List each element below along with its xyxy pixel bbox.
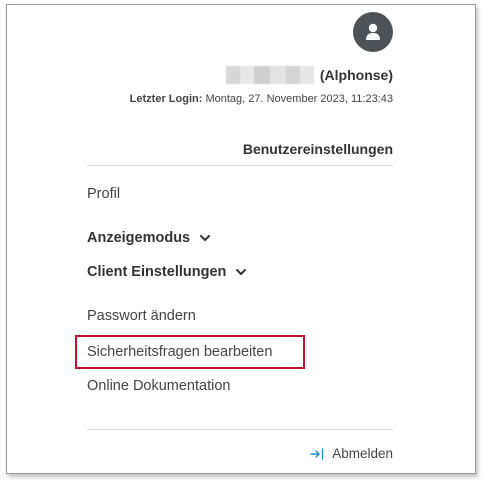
last-login-info: Letzter Login: Montag, 27. November 2023… — [130, 93, 393, 105]
user-name-line: (Alphonse) — [225, 66, 393, 84]
menu-item-edit-security-questions[interactable]: Sicherheitsfragen bearbeiten — [87, 344, 272, 360]
avatar[interactable] — [353, 12, 393, 52]
divider-bottom — [87, 429, 393, 430]
menu-item-profile[interactable]: Profil — [87, 186, 120, 202]
last-login-value: Montag, 27. November 2023, 11:23:43 — [205, 93, 393, 105]
menu-item-change-password[interactable]: Passwort ändern — [87, 308, 196, 324]
logout-button[interactable]: Abmelden — [310, 446, 393, 461]
client-settings-label: Client Einstellungen — [87, 264, 227, 280]
section-title: Benutzereinstellungen — [242, 141, 393, 157]
chevron-down-icon — [236, 269, 247, 275]
user-menu-panel: (Alphonse) Letzter Login: Montag, 27. No… — [6, 4, 476, 474]
chevron-down-icon — [200, 235, 211, 241]
logout-arrow-icon — [310, 447, 324, 460]
last-login-label: Letzter Login: — [129, 93, 203, 105]
menu-item-client-settings[interactable]: Client Einstellungen — [87, 264, 247, 280]
display-mode-label: Anzeigemodus — [87, 230, 191, 246]
user-icon — [366, 23, 380, 40]
redacted-username — [225, 66, 314, 84]
user-display-name: (Alphonse) — [319, 67, 393, 83]
menu-item-online-docs[interactable]: Online Dokumentation — [87, 378, 230, 394]
menu-item-display-mode[interactable]: Anzeigemodus — [87, 230, 211, 246]
divider-top — [87, 165, 393, 166]
logout-label: Abmelden — [332, 446, 393, 461]
